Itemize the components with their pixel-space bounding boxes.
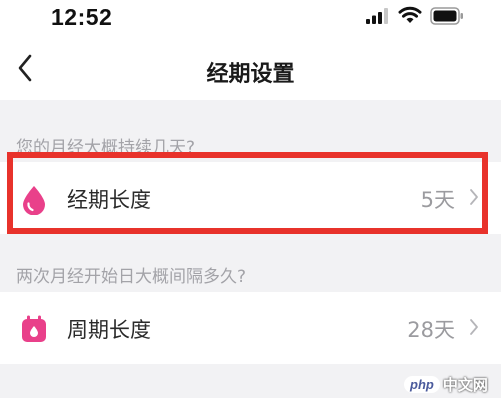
wifi-icon (398, 6, 422, 28)
cycle-length-row[interactable]: 周期长度 28天 (0, 292, 501, 364)
cycle-length-value: 28天 (407, 318, 455, 342)
section-label-cycle: 两次月经开始日大概间隔多久? (16, 267, 247, 287)
status-bar: 12:52 (0, 0, 501, 38)
nav-bar: 经期设置 (0, 38, 501, 100)
calendar-icon (21, 315, 47, 347)
battery-icon (430, 7, 464, 29)
page-title: 经期设置 (206, 62, 295, 87)
watermark: php 中文网 (404, 372, 488, 396)
status-time: 12:52 (51, 4, 113, 30)
chevron-right-icon (469, 318, 479, 340)
signal-icon (366, 8, 388, 28)
watermark-logo: php (404, 375, 440, 393)
watermark-text: 中文网 (442, 375, 488, 394)
highlight-box (7, 152, 488, 234)
cycle-length-label: 周期长度 (67, 318, 151, 342)
